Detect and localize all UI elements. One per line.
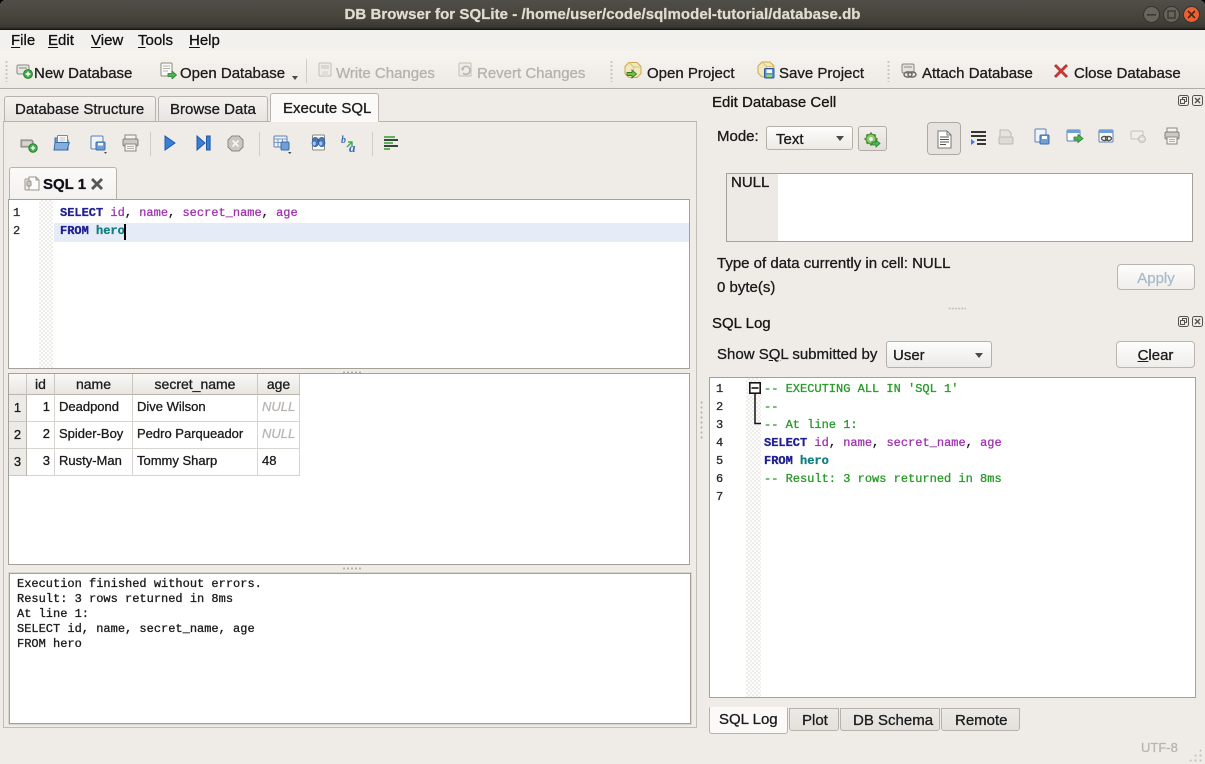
svg-text:b: b [341, 135, 346, 146]
